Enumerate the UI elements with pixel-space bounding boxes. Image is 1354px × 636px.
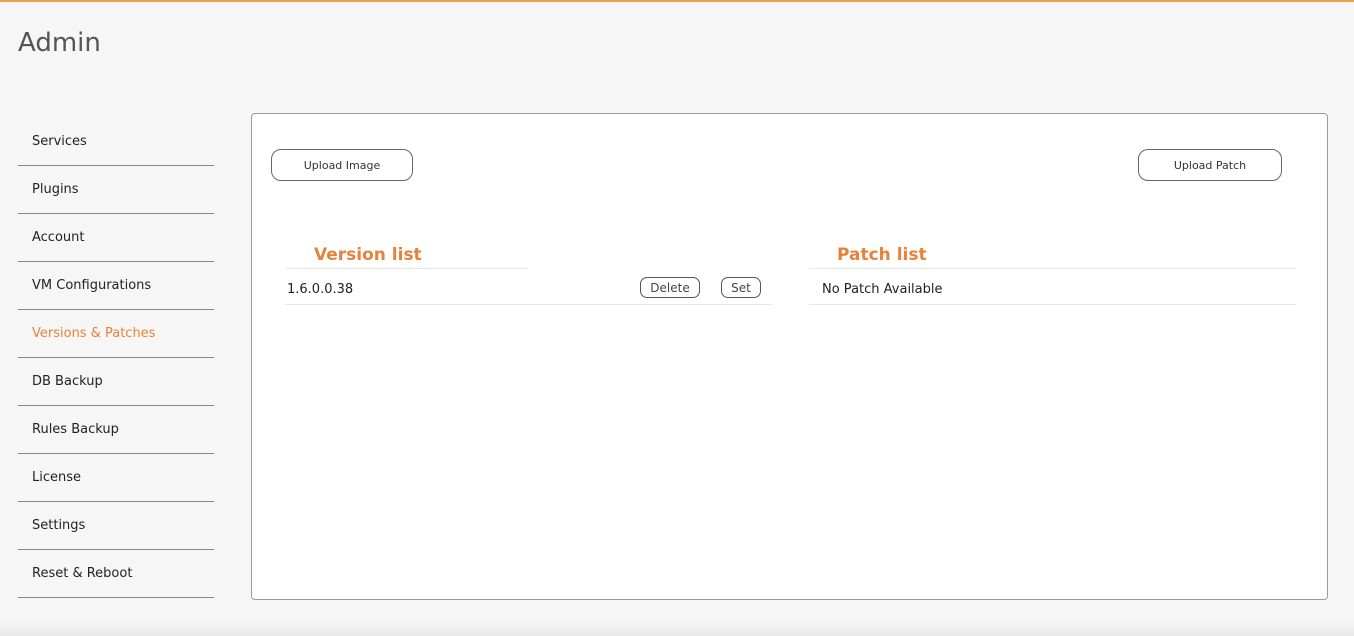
version-list-title: Version list: [314, 245, 422, 265]
sidebar: Services Plugins Account VM Configuratio…: [18, 118, 214, 598]
versions-patches-panel: Upload Image Upload Patch Version list 1…: [251, 113, 1328, 600]
upload-patch-button[interactable]: Upload Patch: [1138, 149, 1282, 181]
sidebar-item-rules-backup[interactable]: Rules Backup: [18, 406, 214, 454]
bottom-shadow: [0, 622, 1354, 636]
version-row-divider: [285, 304, 772, 305]
sidebar-item-reset-reboot[interactable]: Reset & Reboot: [18, 550, 214, 598]
patch-list-title: Patch list: [837, 245, 927, 265]
sidebar-item-account[interactable]: Account: [18, 214, 214, 262]
sidebar-item-db-backup[interactable]: DB Backup: [18, 358, 214, 406]
patch-list-header-divider: [809, 268, 1296, 269]
no-patch-message: No Patch Available: [822, 282, 943, 297]
top-accent-line: [0, 0, 1354, 2]
sidebar-item-services[interactable]: Services: [18, 118, 214, 166]
delete-version-button[interactable]: Delete: [640, 277, 700, 298]
set-version-button[interactable]: Set: [721, 277, 761, 298]
sidebar-item-plugins[interactable]: Plugins: [18, 166, 214, 214]
sidebar-item-settings[interactable]: Settings: [18, 502, 214, 550]
page-title: Admin: [18, 28, 101, 58]
sidebar-item-vm-configurations[interactable]: VM Configurations: [18, 262, 214, 310]
version-value: 1.6.0.0.38: [287, 282, 354, 297]
sidebar-item-license[interactable]: License: [18, 454, 214, 502]
patch-row-divider: [809, 304, 1296, 305]
version-list-header-divider: [285, 268, 528, 269]
sidebar-item-versions-patches[interactable]: Versions & Patches: [18, 310, 214, 358]
upload-image-button[interactable]: Upload Image: [271, 149, 413, 181]
